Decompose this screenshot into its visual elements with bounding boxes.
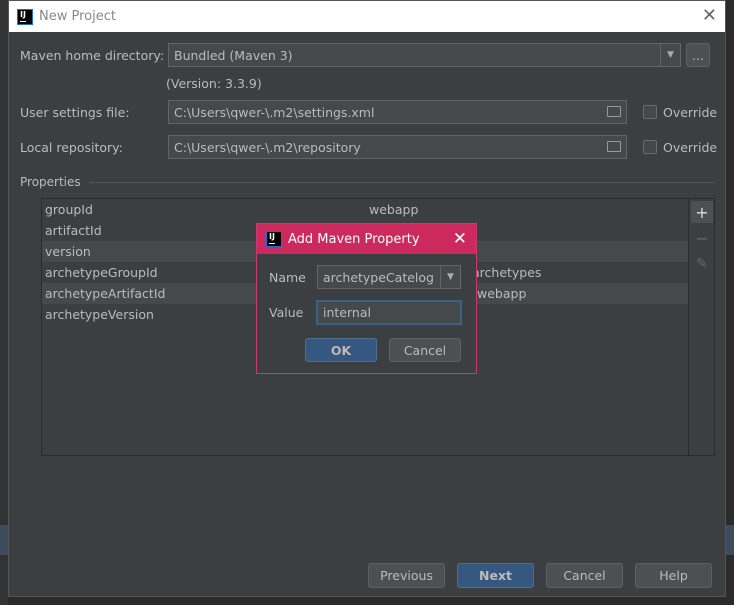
previous-button[interactable]: Previous xyxy=(368,563,445,588)
name-combobox[interactable]: archetypeCatelog ▼ xyxy=(317,265,461,289)
value-input[interactable]: internal xyxy=(316,300,462,325)
intellij-logo-icon: IJ xyxy=(266,231,282,247)
settings-override-checkbox[interactable] xyxy=(643,105,657,119)
repo-override-checkbox[interactable] xyxy=(643,140,657,154)
folder-icon[interactable] xyxy=(607,106,621,117)
settings-override-label: Override xyxy=(663,105,718,120)
cancel-button[interactable]: Cancel xyxy=(546,563,623,588)
chevron-down-icon[interactable]: ▼ xyxy=(660,44,680,66)
close-icon[interactable]: ✕ xyxy=(702,5,717,26)
window-title: New Project xyxy=(39,9,116,24)
name-value: archetypeCatelog xyxy=(323,269,434,285)
maven-version: (Version: 3.3.9) xyxy=(166,76,262,91)
local-repo-value: C:\Users\qwer-\.m2\repository xyxy=(174,139,361,155)
maven-home-value: Bundled (Maven 3) xyxy=(174,47,293,63)
user-settings-input[interactable]: C:\Users\qwer-\.m2\settings.xml xyxy=(168,100,627,124)
folder-icon[interactable] xyxy=(607,141,621,152)
property-key: groupId xyxy=(45,202,93,217)
add-maven-property-dialog: IJ Add Maven Property ✕ Name archetypeCa… xyxy=(256,223,477,374)
property-value: webapp xyxy=(369,202,419,217)
close-icon[interactable]: ✕ xyxy=(453,229,467,249)
name-label: Name xyxy=(269,270,306,285)
ok-button[interactable]: OK xyxy=(305,338,377,362)
table-row[interactable]: groupId webapp xyxy=(42,199,688,220)
user-settings-value: C:\Users\qwer-\.m2\settings.xml xyxy=(174,104,375,120)
properties-separator xyxy=(89,182,715,183)
edit-pencil-icon[interactable]: ✎ xyxy=(691,253,713,275)
local-repo-input[interactable]: C:\Users\qwer-\.m2\repository xyxy=(168,135,627,159)
dialog-title-bar: IJ Add Maven Property ✕ xyxy=(257,224,476,254)
maven-home-label: Maven home directory: xyxy=(20,48,165,63)
help-button[interactable]: Help xyxy=(635,563,712,588)
user-settings-label: User settings file: xyxy=(20,105,130,120)
dialog-cancel-button[interactable]: Cancel xyxy=(389,338,461,362)
remove-icon[interactable]: − xyxy=(691,227,713,249)
next-button[interactable]: Next xyxy=(457,563,534,588)
browse-button[interactable]: ... xyxy=(686,43,710,67)
value-label: Value xyxy=(269,305,304,320)
editor-gutter xyxy=(0,0,8,605)
maven-home-select[interactable]: Bundled (Maven 3) ▼ xyxy=(168,43,681,67)
properties-label: Properties xyxy=(20,175,81,189)
intellij-logo-icon: IJ xyxy=(17,8,33,25)
value-text: internal xyxy=(323,305,371,320)
chevron-down-icon[interactable]: ▼ xyxy=(440,266,460,288)
repo-override-label: Override xyxy=(663,140,718,155)
dialog-title: Add Maven Property xyxy=(288,231,420,247)
add-icon[interactable]: + xyxy=(691,201,713,223)
title-bar: IJ New Project ✕ xyxy=(9,1,725,32)
local-repo-label: Local repository: xyxy=(20,140,123,155)
